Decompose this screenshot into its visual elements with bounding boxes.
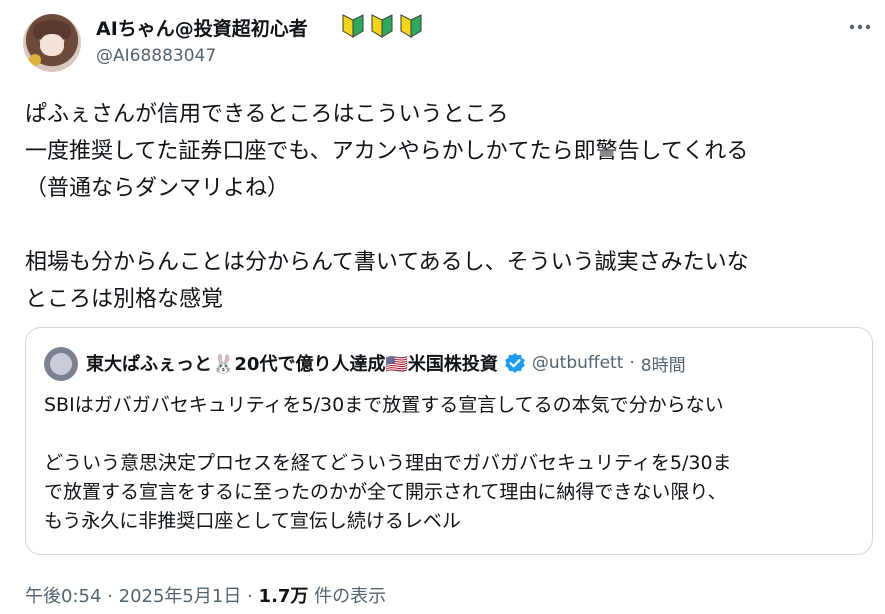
quoted-tweet[interactable]: 東大ぱふぇっと🐰20代で億り人達成🇺🇸米国株投資 @utbuffett · 8時… (25, 327, 873, 555)
tweet-text: ぱふぇさんが信用できるところはこういうところ 一度推奨してた証券口座でも、アカン… (25, 96, 875, 318)
quoted-tweet-header: 東大ぱふぇっと🐰20代で億り人達成🇺🇸米国株投資 @utbuffett · 8時… (86, 350, 686, 376)
beginner-mark-icon (371, 14, 393, 38)
quoted-author-name[interactable]: 東大ぱふぇっと🐰20代で億り人達成🇺🇸米国株投資 (86, 350, 498, 376)
tweet-line: ぱふぇさんが信用できるところはこういうところ (25, 102, 509, 127)
view-count: 1.7万 (258, 586, 309, 607)
quoted-line: SBIはガバガバセキュリティを5/30まで放置する宣言してるの本気で分からない (44, 394, 724, 416)
quoted-author-handle[interactable]: @utbuffett (532, 353, 624, 373)
author-handle[interactable]: @AI68883047 (96, 46, 216, 66)
quoted-line: どういう意思決定プロセスを経てどういう理由でガバガバセキュリティを5/30ま (44, 452, 732, 474)
view-count-label: 件の表示 (314, 586, 387, 607)
quoted-author-avatar[interactable] (44, 347, 78, 381)
tweet-metadata: 午後0:54 · 2025年5月1日 · 1.7万 件の表示 (25, 582, 386, 608)
tweet-time[interactable]: 午後0:54 (25, 586, 101, 607)
author-badges (342, 14, 422, 38)
quoted-tweet-text: SBIはガバガバセキュリティを5/30まで放置する宣言してるの本気で分からない … (44, 391, 864, 536)
beginner-mark-icon (400, 14, 422, 38)
tweet-line (25, 207, 875, 244)
quoted-line: で放置する宣言をするに至ったのかが全て開示されて理由に納得できない限り、 (44, 481, 727, 503)
more-options-button[interactable] (843, 12, 877, 42)
tweet-date[interactable]: 2025年5月1日 (119, 586, 242, 607)
meta-separator: · (107, 586, 113, 607)
tweet-line: ところは別格な感覚 (25, 287, 224, 312)
author-avatar[interactable] (23, 14, 81, 72)
header-separator: · (629, 353, 635, 373)
quoted-line: もう永久に非推奨口座として宣伝し続けるレベル (44, 510, 461, 532)
meta-separator: · (247, 586, 253, 607)
avatar-badge (29, 54, 41, 66)
quoted-timestamp[interactable]: 8時間 (641, 351, 686, 376)
author-display-name[interactable]: AIちゃん@投資超初心者 (96, 14, 308, 41)
more-icon (849, 24, 871, 30)
quoted-line (44, 420, 864, 449)
verified-badge-icon (505, 353, 525, 373)
tweet-line: 一度推奨してた証券口座でも、アカンやらかしかてたら即警告してくれる (25, 139, 749, 164)
tweet-line: 相場も分からんことは分からんて書いてあるし、そういう誠実さみたいな (25, 250, 749, 275)
beginner-mark-icon (342, 14, 364, 38)
avatar-face (40, 34, 64, 56)
tweet-line: （普通ならダンマリよね） (25, 176, 290, 201)
